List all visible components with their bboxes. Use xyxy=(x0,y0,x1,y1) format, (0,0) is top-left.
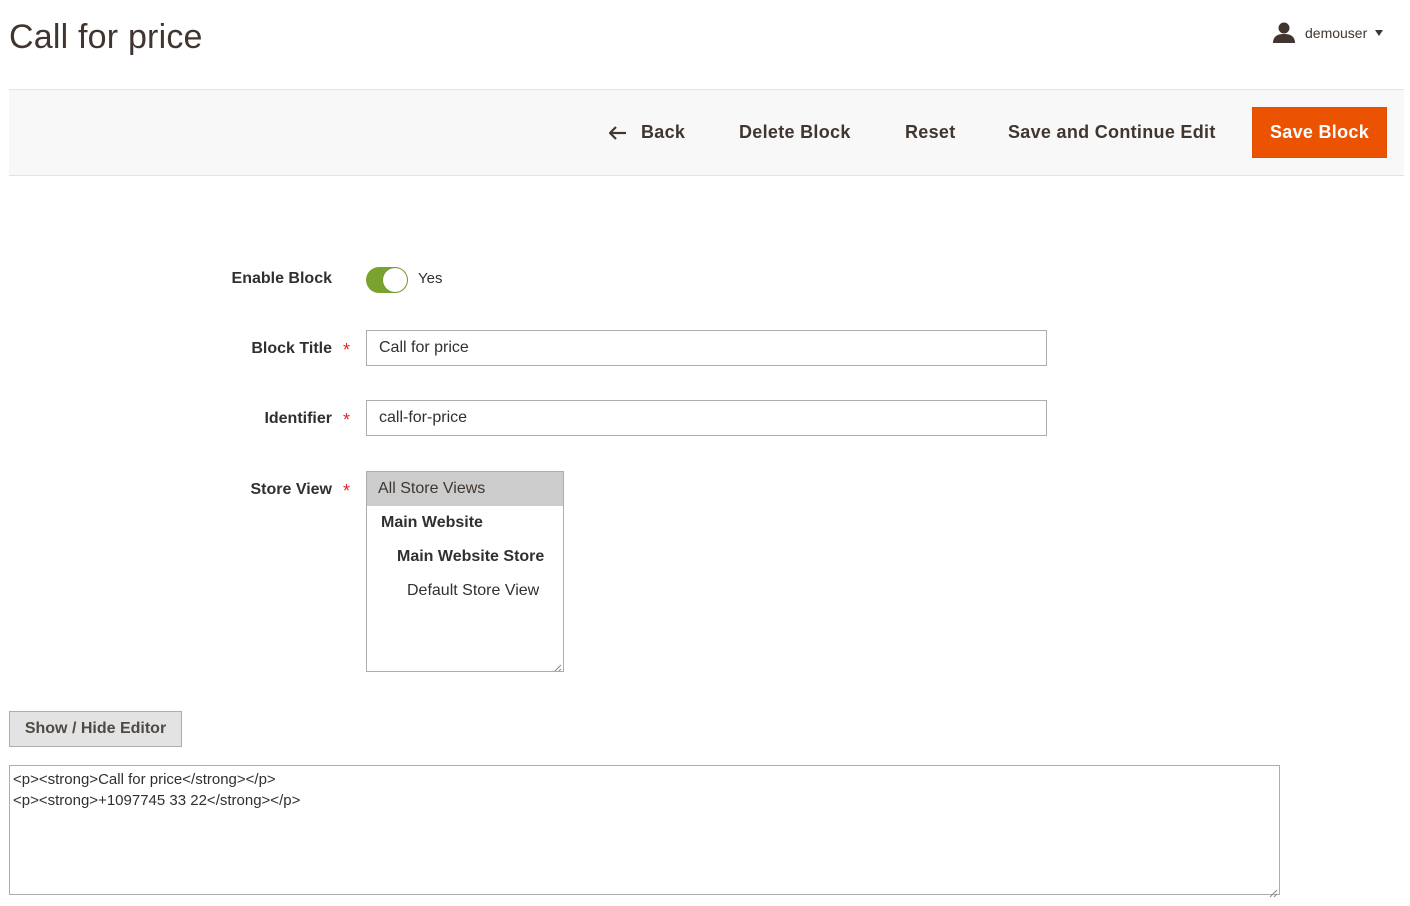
block-title-label: Block Title xyxy=(251,340,332,357)
user-account-menu[interactable]: demouser xyxy=(1272,22,1384,44)
required-mark: * xyxy=(343,340,351,360)
required-mark: * xyxy=(343,410,351,430)
back-button[interactable]: Back xyxy=(609,107,685,158)
page-title: Call for price xyxy=(9,18,203,56)
reset-button[interactable]: Reset xyxy=(905,107,956,158)
store-view-option-all[interactable]: All Store Views xyxy=(367,472,563,506)
back-label: Back xyxy=(641,122,686,142)
user-icon xyxy=(1272,22,1296,44)
identifier-input[interactable] xyxy=(366,400,1047,436)
toggle-knob xyxy=(383,268,407,292)
page-actions-bar: Back Delete Block Reset Save and Continu… xyxy=(9,89,1404,176)
store-view-multiselect[interactable]: All Store Views Main Website Main Websit… xyxy=(366,471,564,672)
block-title-input[interactable] xyxy=(366,330,1047,366)
arrow-left-icon xyxy=(609,125,627,140)
show-hide-editor-button[interactable]: Show / Hide Editor xyxy=(9,711,182,747)
save-and-continue-button[interactable]: Save and Continue Edit xyxy=(1008,107,1216,158)
delete-block-button[interactable]: Delete Block xyxy=(739,107,851,158)
content-text: <p><strong>Call for price</strong></p> <… xyxy=(13,771,301,809)
chevron-down-icon xyxy=(1375,30,1384,36)
resize-handle-icon[interactable] xyxy=(552,660,562,671)
identifier-label: Identifier xyxy=(264,410,332,427)
store-view-label: Store View xyxy=(250,481,332,498)
user-name: demouser xyxy=(1305,25,1368,41)
enable-block-toggle[interactable] xyxy=(366,267,408,293)
store-view-option-store: Main Website Store xyxy=(397,548,545,565)
enable-block-label: Enable Block xyxy=(231,270,332,287)
store-view-option-default[interactable]: Default Store View xyxy=(367,574,563,608)
save-block-button[interactable]: Save Block xyxy=(1252,107,1387,158)
required-mark: * xyxy=(343,481,351,501)
store-view-option-website: Main Website xyxy=(381,514,483,531)
content-textarea[interactable]: <p><strong>Call for price</strong></p> <… xyxy=(9,765,1280,898)
resize-handle-icon[interactable] xyxy=(1268,883,1278,898)
enable-block-value: Yes xyxy=(418,270,443,287)
